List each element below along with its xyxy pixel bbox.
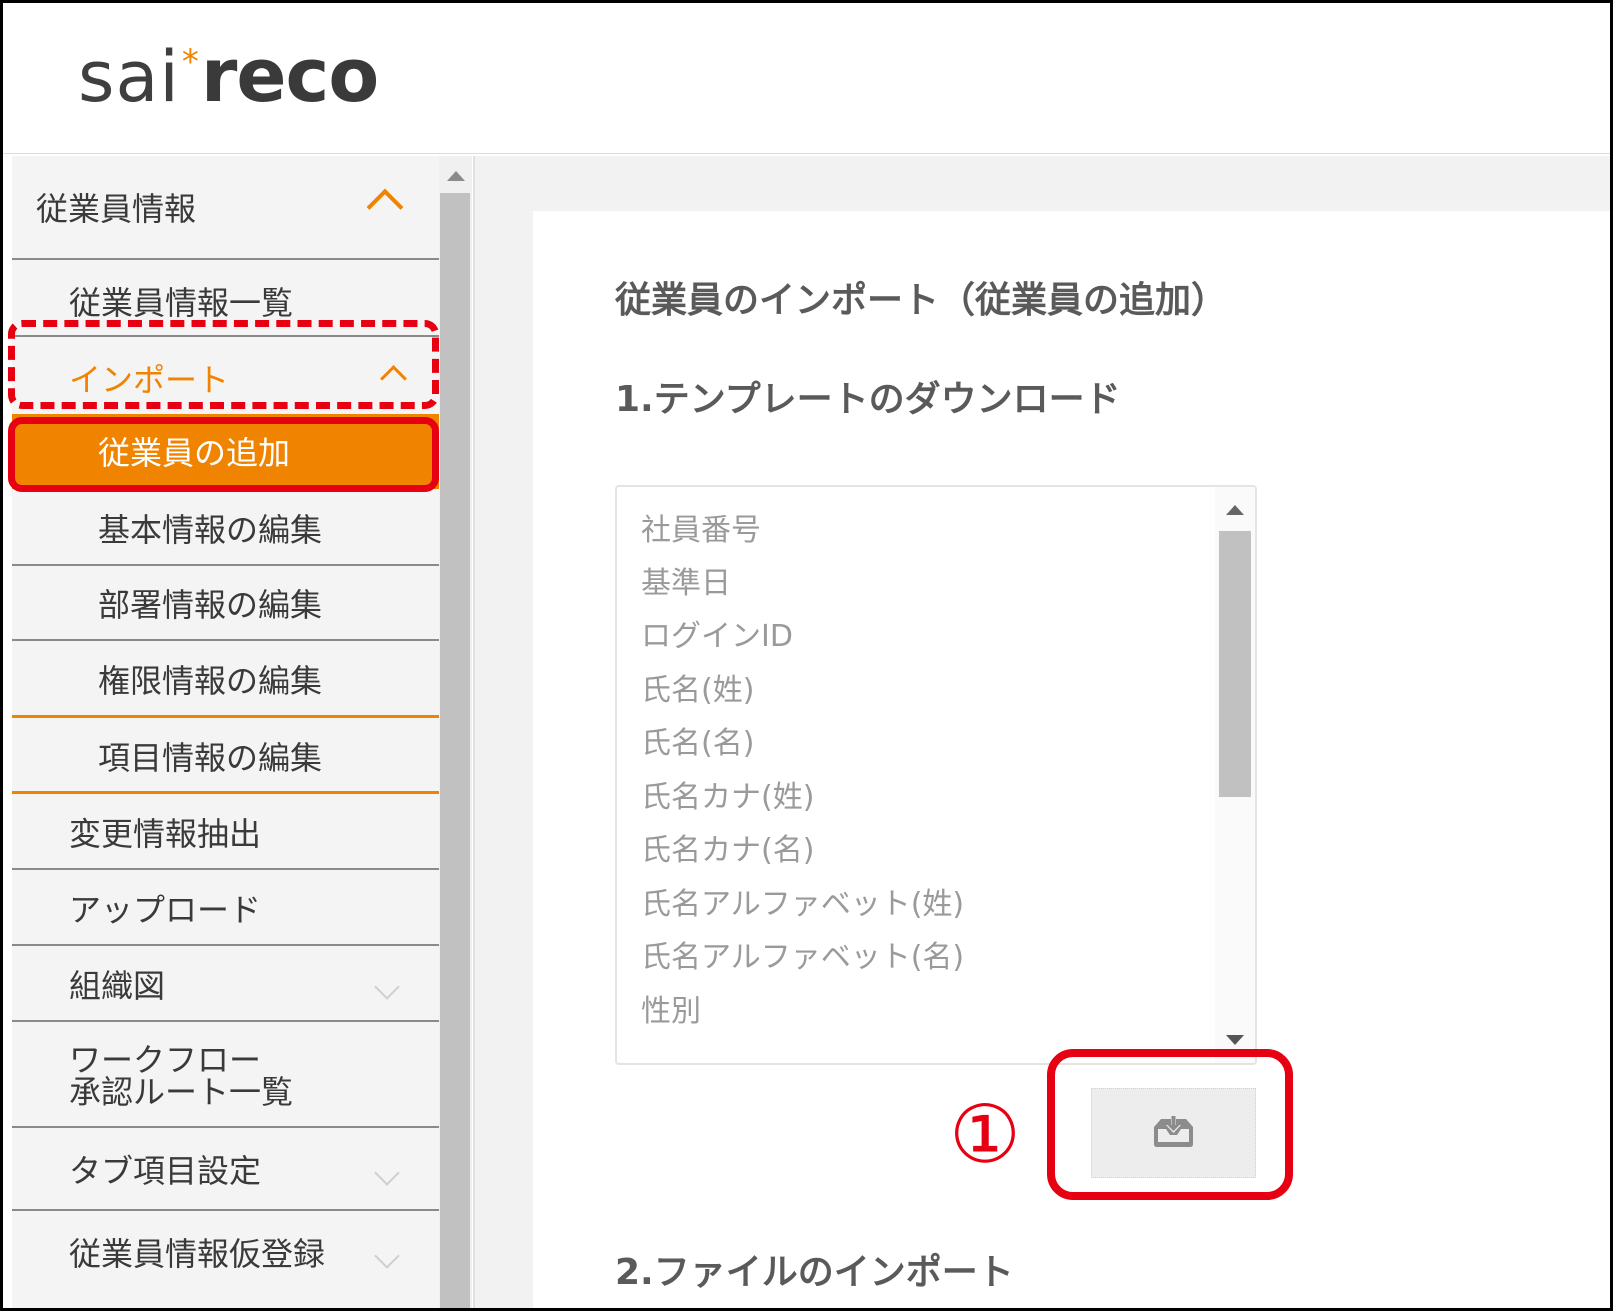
sidebar-item-change-extract[interactable]: 変更情報抽出 (12, 794, 441, 870)
annotation-solid-box (8, 417, 439, 492)
list-item: ログインID (641, 619, 793, 654)
list-item: 氏名(名) (641, 726, 755, 761)
annotation-step-number: ① (949, 1088, 1021, 1181)
sidebar-item-label: 基本情報の編集 (98, 511, 323, 549)
sidebar-item-label: アップロード (69, 891, 262, 929)
list-item: 社員番号 (641, 513, 761, 548)
sidebar-item-workflow[interactable]: ワークフロー 承認ルート一覧 (12, 1022, 441, 1128)
annotation-button-box (1047, 1049, 1293, 1200)
scroll-up-arrow-icon[interactable] (447, 171, 465, 181)
sidebar-item-edit-fields[interactable]: 項目情報の編集 (12, 718, 441, 794)
template-field-list[interactable]: 社員番号 基準日 ログインID 氏名(姓) 氏名(名) 氏名カナ(姓) 氏名カナ… (615, 485, 1257, 1065)
list-scroll-down-icon[interactable] (1226, 1035, 1244, 1045)
list-item: 氏名カナ(名) (641, 833, 815, 868)
logo-text-sai: sai (78, 36, 180, 118)
sidebar-scroll-thumb[interactable] (440, 193, 470, 1308)
sidebar-item-label: 従業員情報一覧 (69, 284, 294, 322)
sidebar-item-label: 部署情報の編集 (98, 586, 323, 624)
list-item: 氏名(姓) (641, 673, 755, 708)
sidebar-item-upload[interactable]: アップロード (12, 870, 441, 946)
chevron-down-icon (374, 1243, 400, 1269)
sai-reco-logo[interactable]: sai * reco (78, 33, 379, 119)
sidebar-item-label: タブ項目設定 (69, 1152, 262, 1190)
sidebar-item-org-chart[interactable]: 組織図 (12, 946, 441, 1022)
sidebar-section-employee-label: 従業員情報 (36, 190, 197, 228)
sidebar-item-edit-permission[interactable]: 権限情報の編集 (12, 641, 441, 718)
list-item: 氏名アルファベット(名) (641, 940, 965, 975)
sidebar-section-employee[interactable]: 従業員情報 (12, 156, 441, 260)
sidebar-item-label: 組織図 (69, 967, 166, 1005)
sidebar-item-label-line2: 承認ルート一覧 (69, 1073, 294, 1111)
chevron-down-icon (374, 974, 400, 1000)
sidebar-item-edit-department[interactable]: 部署情報の編集 (12, 566, 441, 641)
sidebar-item-label: 従業員情報仮登録 (69, 1235, 326, 1273)
sidebar-item-label-line1: ワークフロー (69, 1041, 262, 1079)
app-header: sai * reco (3, 3, 1610, 154)
logo-text-reco: reco (200, 33, 379, 119)
chevron-up-icon (366, 188, 404, 226)
sidebar-item-label: 権限情報の編集 (98, 662, 323, 700)
section-heading-file-import: 2.ファイルのインポート (615, 1252, 1014, 1293)
sidebar-item-tab-settings[interactable]: タブ項目設定 (12, 1128, 441, 1211)
sidebar-item-edit-basic[interactable]: 基本情報の編集 (12, 489, 441, 566)
list-item: 氏名アルファベット(姓) (641, 887, 965, 922)
sidebar-item-label: 項目情報の編集 (98, 739, 323, 777)
list-item: 基準日 (641, 566, 731, 601)
logo-star-icon: * (181, 42, 199, 82)
list-item: 性別 (641, 994, 701, 1029)
page-title: 従業員のインポート（従業員の追加） (615, 280, 1228, 321)
chevron-down-icon (374, 1160, 400, 1186)
list-item: 氏名カナ(姓) (641, 780, 815, 815)
list-scroll-up-icon[interactable] (1226, 505, 1244, 515)
sidebar-item-label: 変更情報抽出 (69, 815, 262, 853)
app-window: sai * reco 従業員情報 従業員情報一覧 インポート 従業員の追加 基本… (0, 0, 1613, 1311)
list-scroll-thumb[interactable] (1219, 531, 1251, 797)
sidebar-item-temp-register[interactable]: 従業員情報仮登録 (12, 1211, 441, 1308)
annotation-dashed-box (8, 320, 439, 409)
section-heading-template-download: 1.テンプレートのダウンロード (615, 379, 1121, 420)
